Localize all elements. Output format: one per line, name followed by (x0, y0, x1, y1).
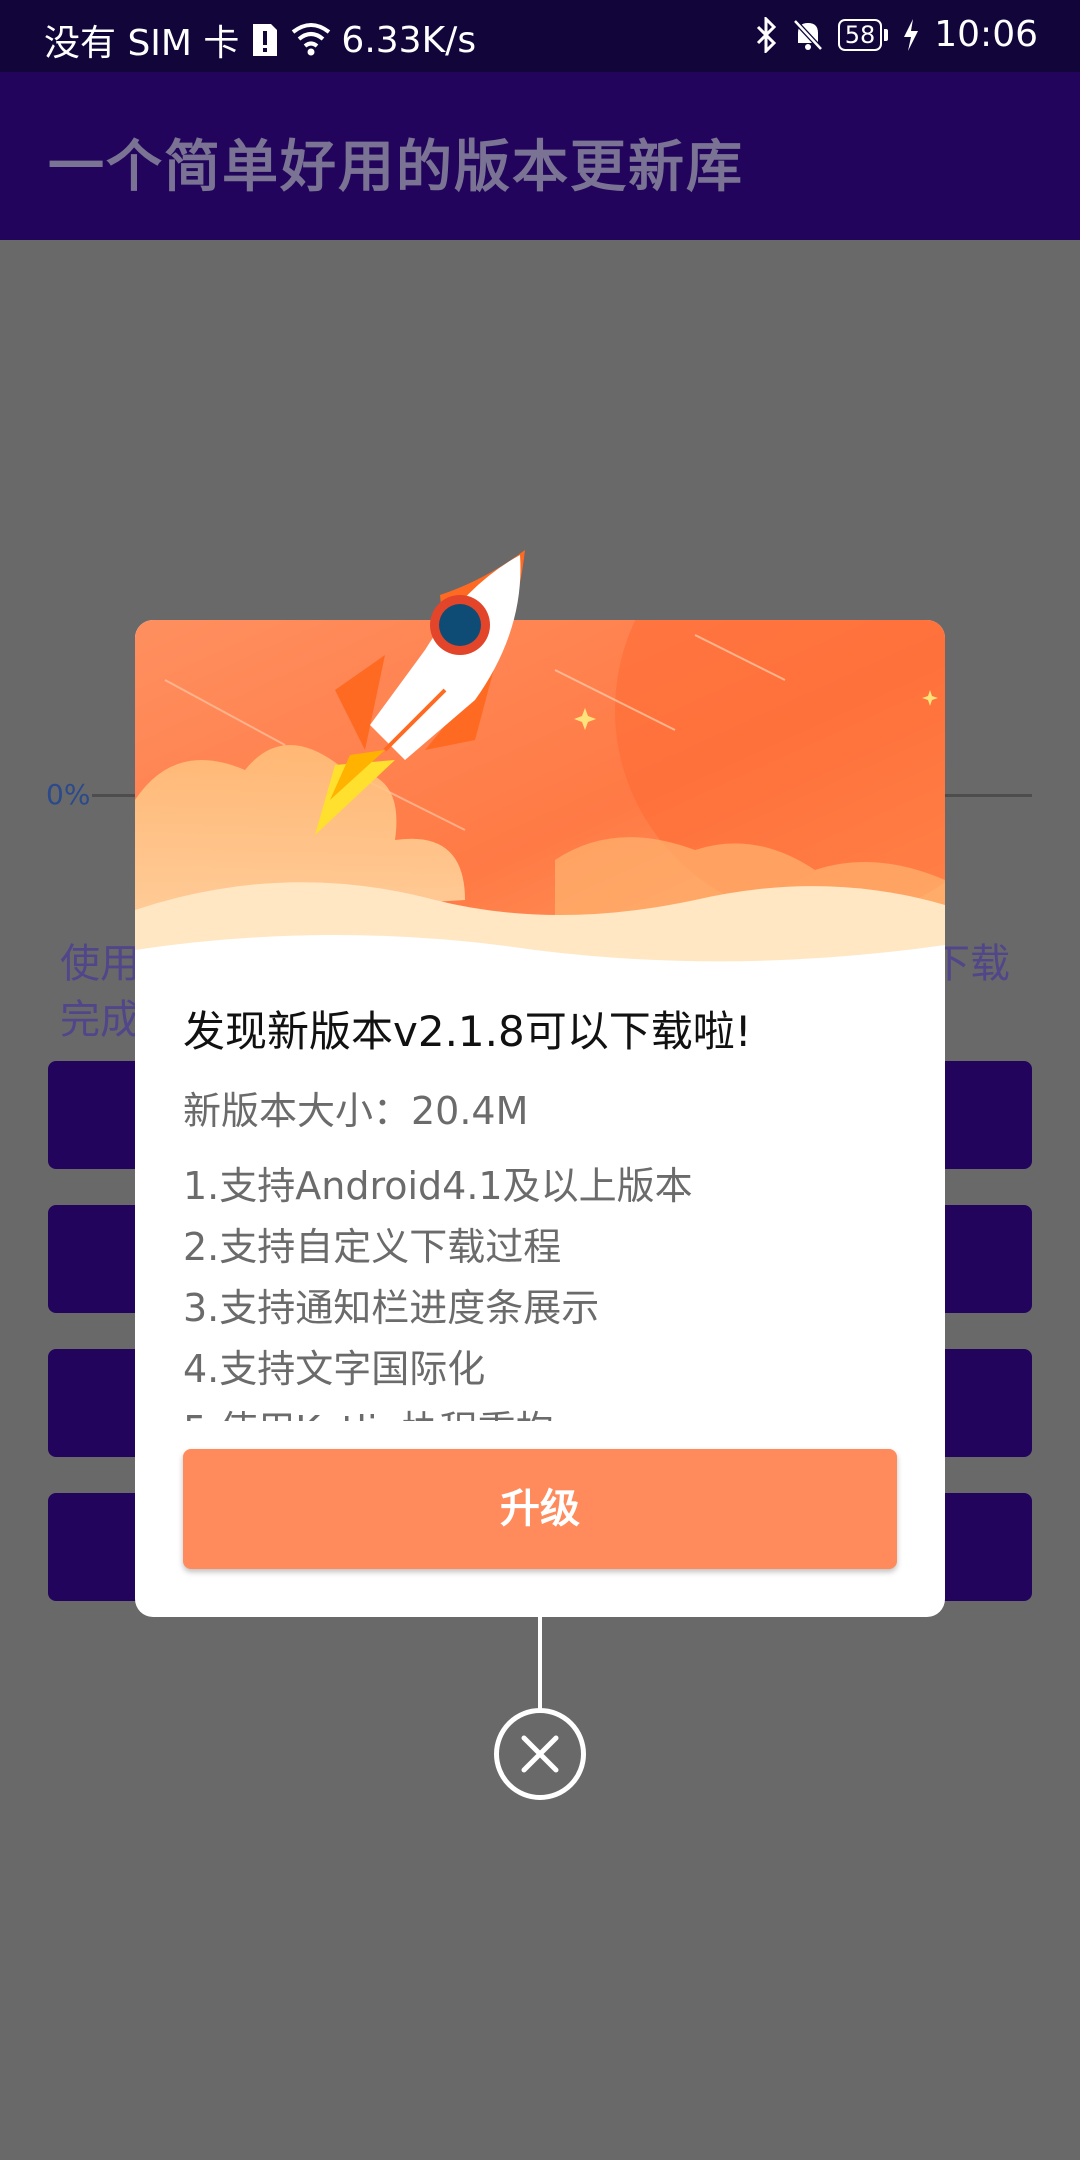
wifi-icon (292, 23, 331, 56)
charging-icon (904, 18, 919, 51)
update-dialog: 发现新版本v2.1.8可以下载啦! 新版本大小：20.4M 1.支持Androi… (135, 550, 945, 1617)
status-bar: 没有 SIM 卡 6.33K/s 58 10:06 (0, 0, 1080, 72)
release-note-item: 5.使用Kotlin协程重构 (183, 1400, 903, 1421)
sim-alert-icon (253, 24, 278, 56)
bluetooth-icon (756, 16, 776, 53)
mute-bell-icon (792, 18, 823, 51)
rocket-icon (315, 550, 525, 835)
app-title: 一个简单好用的版本更新库 (48, 135, 744, 200)
battery-icon: 58 (837, 18, 889, 51)
close-icon[interactable] (494, 1708, 586, 1800)
release-note-item: 4.支持文字国际化 (183, 1347, 486, 1391)
package-size: 新版本大小：20.4M (183, 1089, 529, 1133)
release-notes-scroll[interactable]: 1.支持Android4.1及以上版本 2.支持自定义下载过程 3.支持通知栏进… (183, 1156, 903, 1421)
app-bar: 一个简单好用的版本更新库 (0, 72, 1080, 240)
upgrade-button[interactable]: 升级 (183, 1449, 897, 1569)
release-notes[interactable]: 1.支持Android4.1及以上版本 2.支持自定义下载过程 3.支持通知栏进… (183, 1156, 903, 1446)
release-note-item: 2.支持自定义下载过程 (183, 1225, 562, 1269)
release-note-item: 3.支持通知栏进度条展示 (183, 1286, 600, 1330)
net-speed: 6.33K/s (341, 19, 477, 61)
download-progress-label: 0% (46, 778, 91, 811)
dialog-title: 发现新版本v2.1.8可以下载啦! (183, 1007, 752, 1056)
carrier-label: 没有 SIM 卡 (44, 23, 240, 64)
release-note-item: 1.支持Android4.1及以上版本 (183, 1164, 693, 1208)
battery-level: 58 (837, 18, 883, 51)
close-connector-line (538, 1617, 542, 1709)
clock: 10:06 (934, 14, 1038, 55)
